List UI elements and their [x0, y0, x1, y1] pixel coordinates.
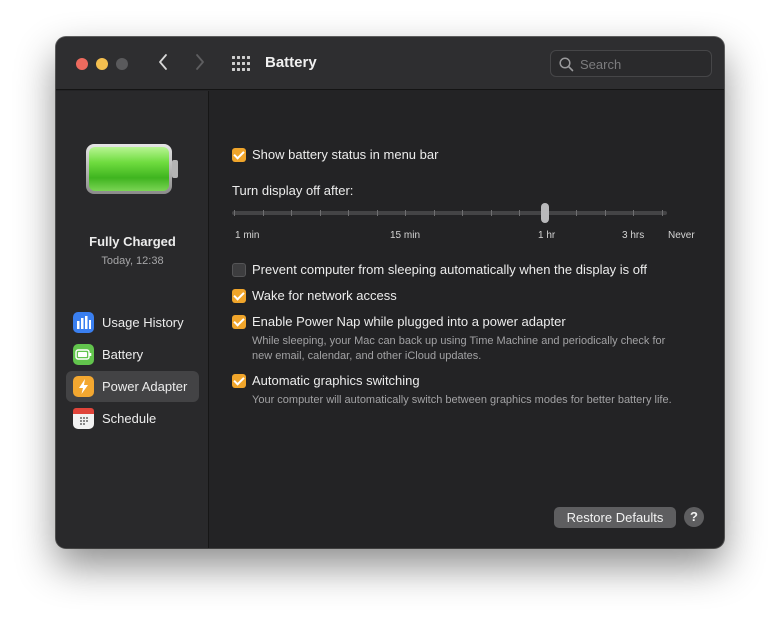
forward-button[interactable]: [190, 53, 210, 75]
window-title: Battery: [265, 54, 317, 71]
sidebar-item-battery[interactable]: Battery: [66, 339, 199, 370]
slider-tick: [462, 210, 463, 216]
slider-tick: [434, 210, 435, 216]
slider-tick: [320, 210, 321, 216]
power-nap-label: Enable Power Nap while plugged into a po…: [252, 314, 566, 329]
graphics-switching-label: Automatic graphics switching: [252, 373, 420, 388]
close-button[interactable]: [76, 58, 88, 70]
sidebar-item-usage-history[interactable]: Usage History: [66, 307, 199, 338]
slider-tick: [519, 210, 520, 216]
sidebar-item-label: Usage History: [102, 315, 184, 330]
show-status-checkbox[interactable]: [232, 148, 246, 162]
sidebar-item-power-adapter[interactable]: Power Adapter: [66, 371, 199, 402]
slider-tick: [662, 210, 663, 216]
search-field[interactable]: [550, 50, 712, 77]
slider-tick: [605, 210, 606, 216]
sidebar-item-label: Schedule: [102, 411, 157, 426]
show-all-grid-icon[interactable]: [232, 56, 250, 71]
slider-tick: [263, 210, 264, 216]
minimize-button[interactable]: [96, 58, 108, 70]
power-nap-description: While sleeping, your Mac can back up usi…: [252, 334, 712, 364]
battery-status-title: Fully Charged: [89, 234, 176, 249]
battery-icon: [73, 344, 94, 365]
show-status-label: Show battery status in menu bar: [252, 147, 439, 162]
power-nap-description-line: new email, calendar, and other iCloud up…: [252, 350, 482, 362]
chevron-right-icon: [196, 54, 204, 70]
bar-chart-icon: [73, 312, 94, 333]
battery-status-time: Today, 12:38: [101, 255, 164, 267]
back-button[interactable]: [153, 53, 173, 75]
graphics-switching-checkbox[interactable]: [232, 374, 246, 388]
wake-network-label: Wake for network access: [252, 288, 397, 303]
slider-tick-label: 1 hr: [538, 230, 556, 241]
slider-tick: [348, 210, 349, 216]
power-nap-description-line: While sleeping, your Mac can back up usi…: [252, 335, 666, 347]
wake-network-checkbox[interactable]: [232, 289, 246, 303]
slider-tick-label: 15 min: [390, 230, 421, 241]
title-bar: Battery: [56, 37, 724, 90]
display-off-label: Turn display off after:: [232, 183, 354, 198]
search-icon: [559, 57, 574, 72]
slider-tick-label: 3 hrs: [622, 230, 645, 241]
help-button[interactable]: ?: [684, 507, 704, 527]
chevron-left-icon: [159, 54, 167, 70]
prevent-sleep-checkbox[interactable]: [232, 263, 246, 277]
power-nap-checkbox[interactable]: [232, 315, 246, 329]
slider-tick-label: 1 min: [235, 230, 260, 241]
sidebar-item-schedule[interactable]: Schedule: [66, 403, 199, 434]
help-icon: ?: [690, 509, 698, 524]
calendar-icon: [73, 408, 94, 429]
preferences-window: Battery Search Fully Charged Today, 12:3…: [56, 37, 724, 548]
sidebar-item-label: Battery: [102, 347, 144, 362]
lightning-icon: [73, 376, 94, 397]
sidebar: Fully Charged Today, 12:38 Usage History: [56, 91, 209, 548]
slider-tick: [491, 210, 492, 216]
settings-pane: Show battery status in menu bar Turn dis…: [210, 91, 724, 548]
battery-full-icon: [86, 144, 178, 194]
slider-tick: [633, 210, 634, 216]
slider-tick: [405, 210, 406, 216]
zoom-button[interactable]: [116, 58, 128, 70]
slider-tick: [377, 210, 378, 216]
slider-tick: [234, 210, 235, 216]
prevent-sleep-label: Prevent computer from sleeping automatic…: [252, 262, 648, 277]
slider-track[interactable]: [232, 211, 667, 215]
slider-tick: [576, 210, 577, 216]
restore-defaults-button[interactable]: Restore Defaults: [554, 507, 676, 528]
slider-thumb[interactable]: [541, 203, 549, 223]
slider-tick: [291, 210, 292, 216]
graphics-switching-description: Your computer will automatically switch …: [252, 394, 672, 406]
slider-tick-label: Never: [668, 230, 695, 241]
sidebar-item-label: Power Adapter: [102, 379, 188, 394]
search-input[interactable]: [580, 55, 705, 73]
